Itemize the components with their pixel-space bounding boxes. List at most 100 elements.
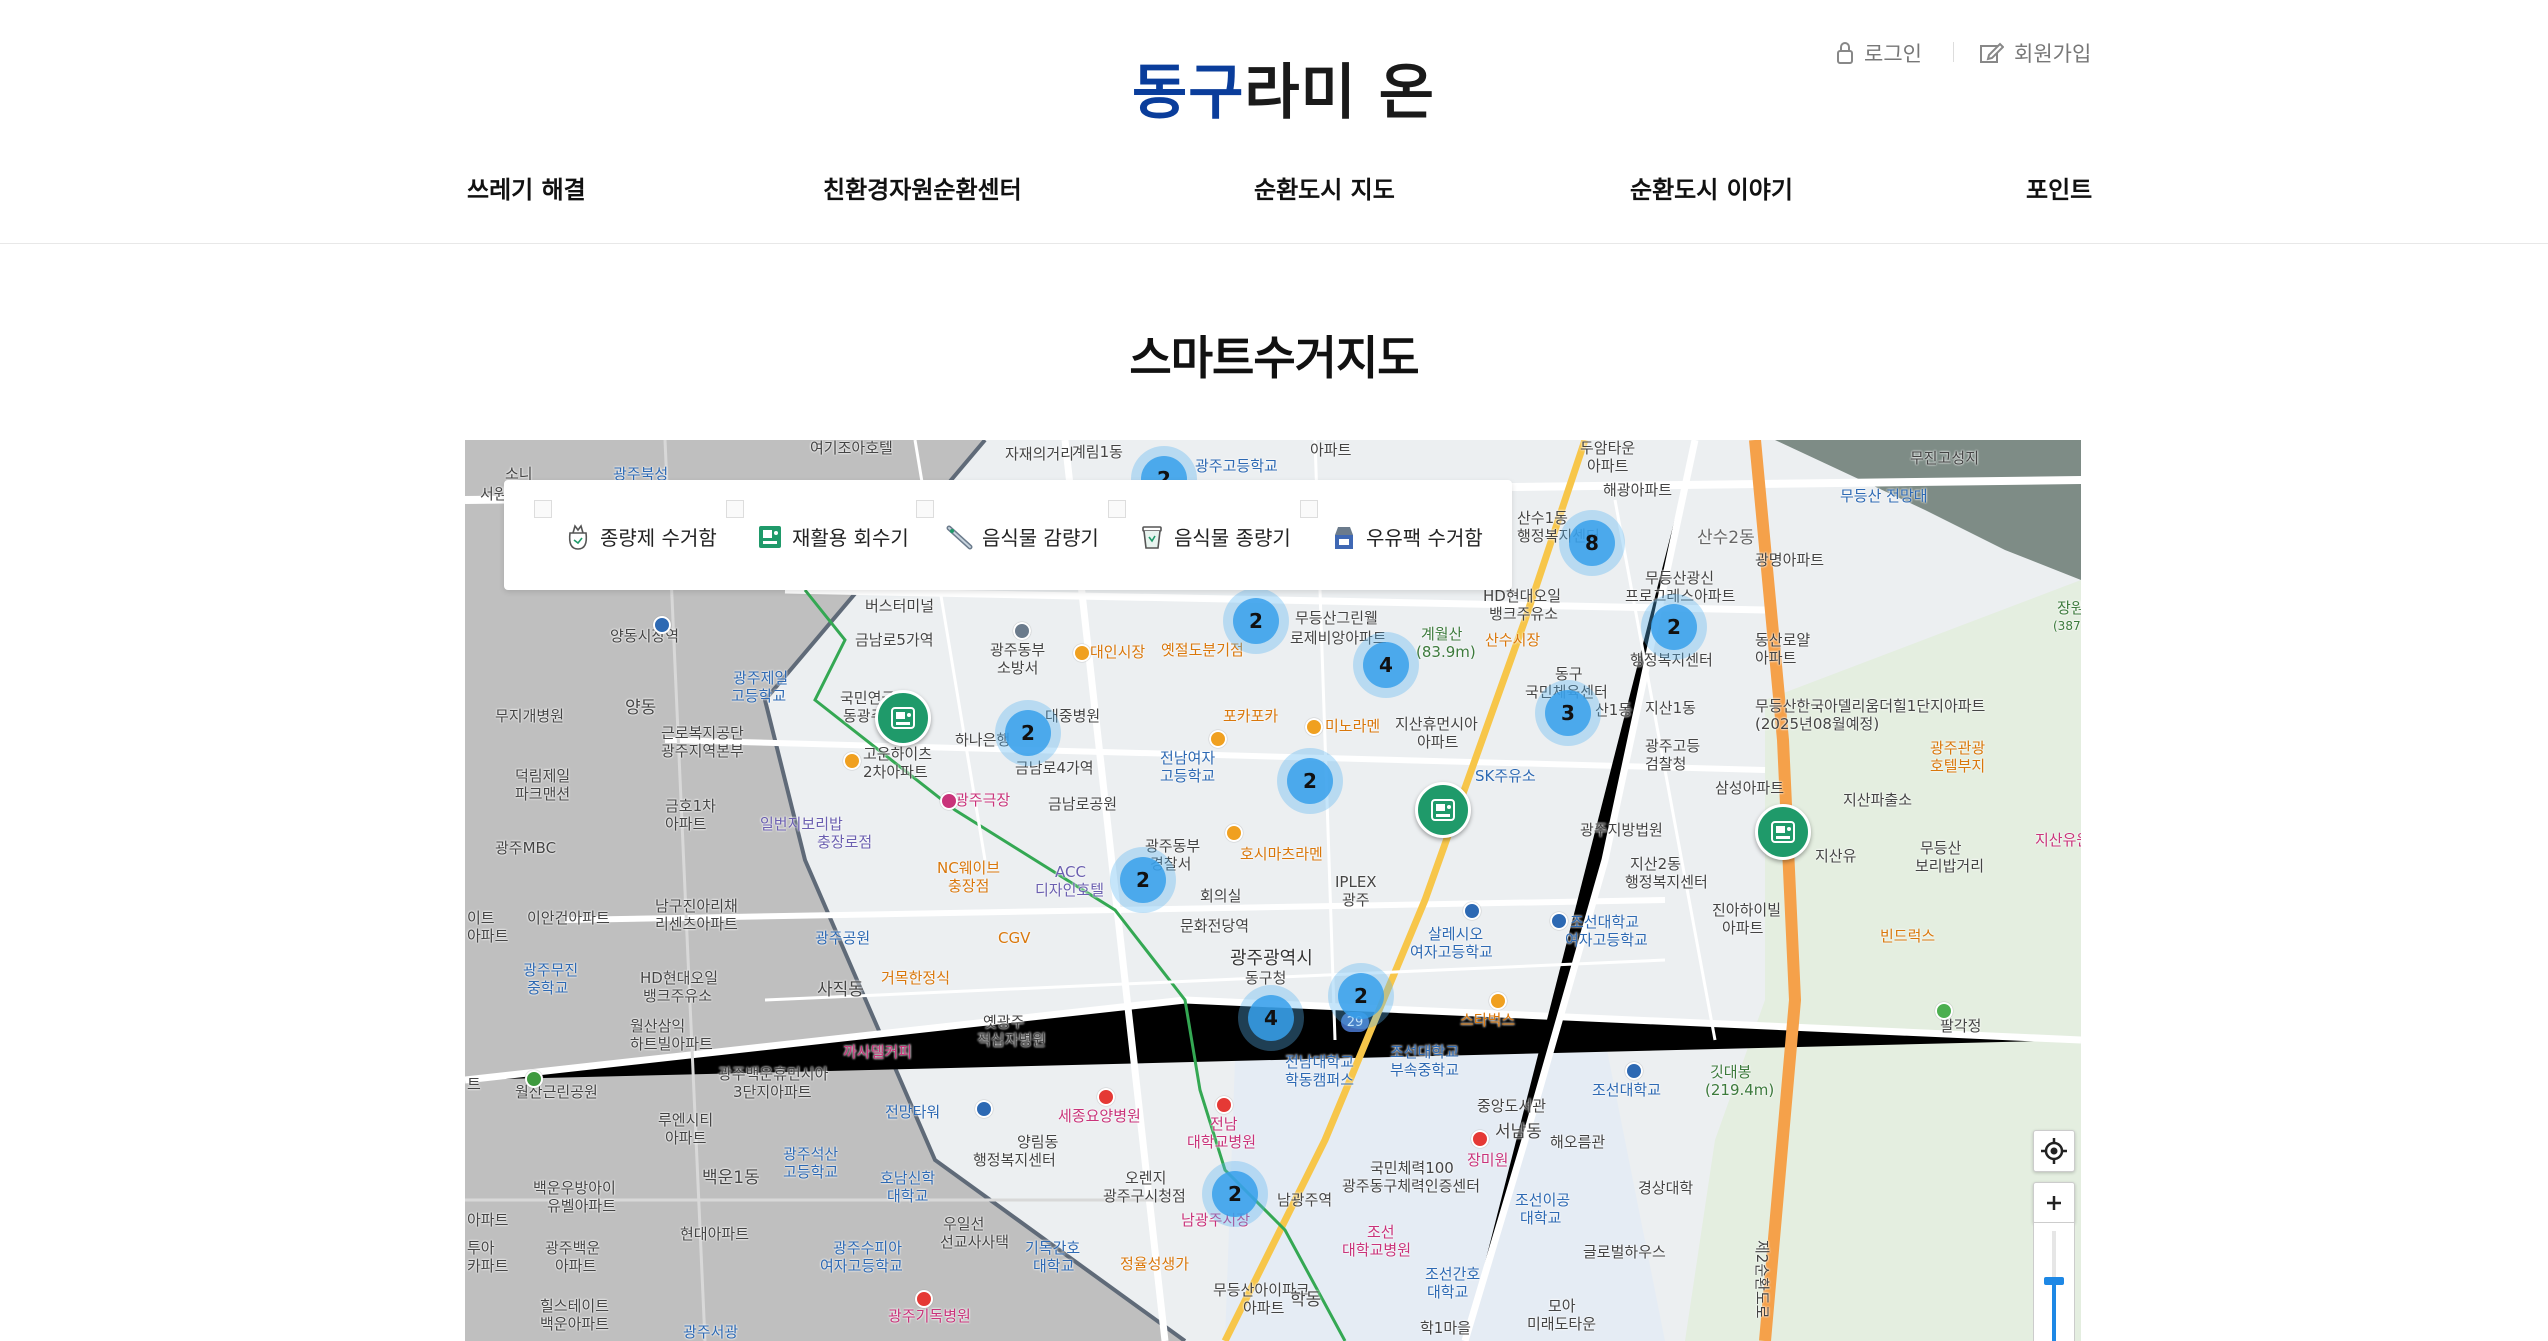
login-link[interactable]: 로그인	[1836, 38, 1922, 68]
map-label: 조선대학교	[1592, 1081, 1662, 1099]
nav-item-circular-map[interactable]: 순환도시 지도	[1254, 170, 1395, 205]
poi-dot	[1073, 644, 1091, 662]
map-label: 산수1동	[1517, 509, 1568, 527]
map-label: 일번지보리밥	[760, 815, 843, 833]
legend-checkbox[interactable]	[1300, 500, 1318, 518]
map-label: 광주석산	[783, 1145, 839, 1163]
legend-item-milk-carton[interactable]: 우유팩 수거함	[1330, 522, 1483, 551]
map-label: 대학교	[1520, 1209, 1562, 1227]
map-label: 루엔시티	[658, 1111, 714, 1129]
auth-divider	[1953, 42, 1954, 62]
map-label: 고등학교	[783, 1163, 839, 1181]
map-label: 조선	[1367, 1223, 1395, 1241]
map-label: 광주동부	[990, 641, 1046, 659]
cluster-marker[interactable]: 2	[1223, 588, 1289, 654]
map-label: 문화전당역	[1180, 917, 1250, 935]
map-label: 하트빌아파트	[630, 1035, 713, 1053]
map-label: 진아하이빌	[1712, 901, 1782, 919]
map-label: 광주기독병원	[888, 1307, 971, 1325]
map-label: 미래도타운	[1527, 1315, 1597, 1333]
map-label: 보리밥거리	[1915, 857, 1985, 875]
map-label: 제2순환도로	[1753, 1240, 1771, 1319]
map-label: 이트	[467, 909, 495, 927]
map-label: 정율성생가	[1120, 1255, 1190, 1273]
poi-dot	[1463, 902, 1481, 920]
cluster-marker[interactable]: 4	[1238, 985, 1304, 1051]
map-label: 중앙도서관	[1477, 1097, 1547, 1115]
cluster-marker[interactable]: 8	[1559, 510, 1625, 576]
map-label: 3단지아파트	[733, 1083, 812, 1101]
map-label: 백운1동	[702, 1168, 760, 1188]
map-label: 조선대학교	[1390, 1043, 1460, 1061]
food-bin-icon	[1142, 525, 1162, 549]
recycle-machine-marker[interactable]	[875, 690, 931, 746]
cluster-marker[interactable]: 2	[1202, 1161, 1268, 1227]
map-label: HD현대오일	[1483, 587, 1562, 605]
nav-item-recycling-center[interactable]: 친환경자원순환센터	[823, 170, 1022, 205]
legend-checkbox[interactable]	[726, 500, 744, 518]
map-label: 지산파출소	[1843, 791, 1913, 809]
legend-checkbox[interactable]	[534, 500, 552, 518]
map-label: ACC	[1055, 863, 1086, 881]
map-label: 호텔부지	[1930, 757, 1986, 775]
recycle-machine-marker[interactable]	[1755, 804, 1811, 860]
poi-dot	[975, 1100, 993, 1118]
nav-item-circular-story[interactable]: 순환도시 이야기	[1630, 170, 1793, 205]
current-location-button[interactable]	[2033, 1130, 2075, 1172]
cluster-marker[interactable]: 2	[1110, 847, 1176, 913]
legend-item-bag[interactable]: 종량제 수거함	[564, 522, 717, 551]
map-label: 광주관광	[1930, 739, 1986, 757]
map-label: 전남	[1210, 1115, 1238, 1133]
nav-item-trash[interactable]: 쓰레기 해결	[467, 170, 586, 205]
cluster-count: 2	[1233, 598, 1279, 644]
recycle-machine-marker[interactable]	[1415, 782, 1471, 838]
cluster-count: 2	[1651, 604, 1697, 650]
map-label: 대인시장	[1090, 643, 1146, 661]
map-legend: 종량제 수거함 재활용 회수기 음식물 감량기 음식물 종량기 우유팩 수거함	[504, 480, 1512, 590]
map-label: 남광주역	[1277, 1191, 1333, 1209]
poi-dot	[1097, 1088, 1115, 1106]
logo-part-2: 라미 온	[1244, 58, 1435, 128]
zoom-slider-fill	[2052, 1283, 2056, 1341]
nav-item-points[interactable]: 포인트	[2026, 170, 2092, 205]
legend-item-food-bin[interactable]: 음식물 종량기	[1138, 522, 1291, 551]
cluster-marker[interactable]: 4	[1353, 632, 1419, 698]
cluster-marker[interactable]: 2	[995, 700, 1061, 766]
cluster-count: 2	[1120, 857, 1166, 903]
legend-item-food-reducer[interactable]: 음식물 감량기	[946, 522, 1099, 551]
map-label: 광주	[1342, 891, 1370, 909]
cluster-marker[interactable]: 2	[1641, 594, 1707, 660]
legend-checkbox[interactable]	[916, 500, 934, 518]
zoom-slider-handle[interactable]	[2044, 1277, 2064, 1285]
map-label: 무진고성지	[1910, 449, 1980, 467]
map-label: 미노라멘	[1325, 717, 1381, 735]
legend-checkbox[interactable]	[1108, 500, 1126, 518]
map-label: 충장점	[948, 877, 990, 895]
map-label: CGV	[998, 929, 1031, 947]
smart-collection-map[interactable]: 여기조아호텔 자재의거리 계림1동 광주고등학교 아파트 두암타운 아파트 해광…	[465, 440, 2081, 1341]
map-label: 광주수피아	[833, 1239, 903, 1257]
map-label: 광주광역시	[1230, 948, 1313, 969]
map-label: HD현대오일	[640, 969, 719, 987]
poi-dot	[1935, 1002, 1953, 1020]
map-label: 검찰청	[1645, 755, 1687, 773]
poi-dot	[1225, 824, 1243, 842]
map-label: 광주서광	[683, 1323, 739, 1341]
cluster-marker[interactable]: 2	[1277, 748, 1343, 814]
login-label: 로그인	[1864, 42, 1922, 66]
zoom-in-button[interactable]	[2033, 1182, 2075, 1224]
map-label: 광명아파트	[1755, 551, 1825, 569]
map-label: 이안건아파트	[527, 909, 610, 927]
legend-item-recycle-machine[interactable]: 재활용 회수기	[756, 522, 909, 551]
signup-link[interactable]: 회원가입	[1980, 38, 2091, 68]
cluster-marker[interactable]: 3	[1535, 680, 1601, 746]
map-label: 디자인호텔	[1035, 881, 1105, 899]
map-label: 버스터미널	[865, 597, 935, 615]
poi-dot	[1625, 1062, 1643, 1080]
cluster-marker[interactable]: 2	[1328, 963, 1394, 1029]
zoom-slider[interactable]	[2033, 1222, 2075, 1341]
site-logo[interactable]: 동구라미 온	[1132, 44, 1435, 131]
map-label: 학동	[1290, 1290, 1322, 1310]
map-label: 지산1동	[1645, 699, 1696, 717]
map-label: 광주구시청점	[1103, 1187, 1186, 1205]
